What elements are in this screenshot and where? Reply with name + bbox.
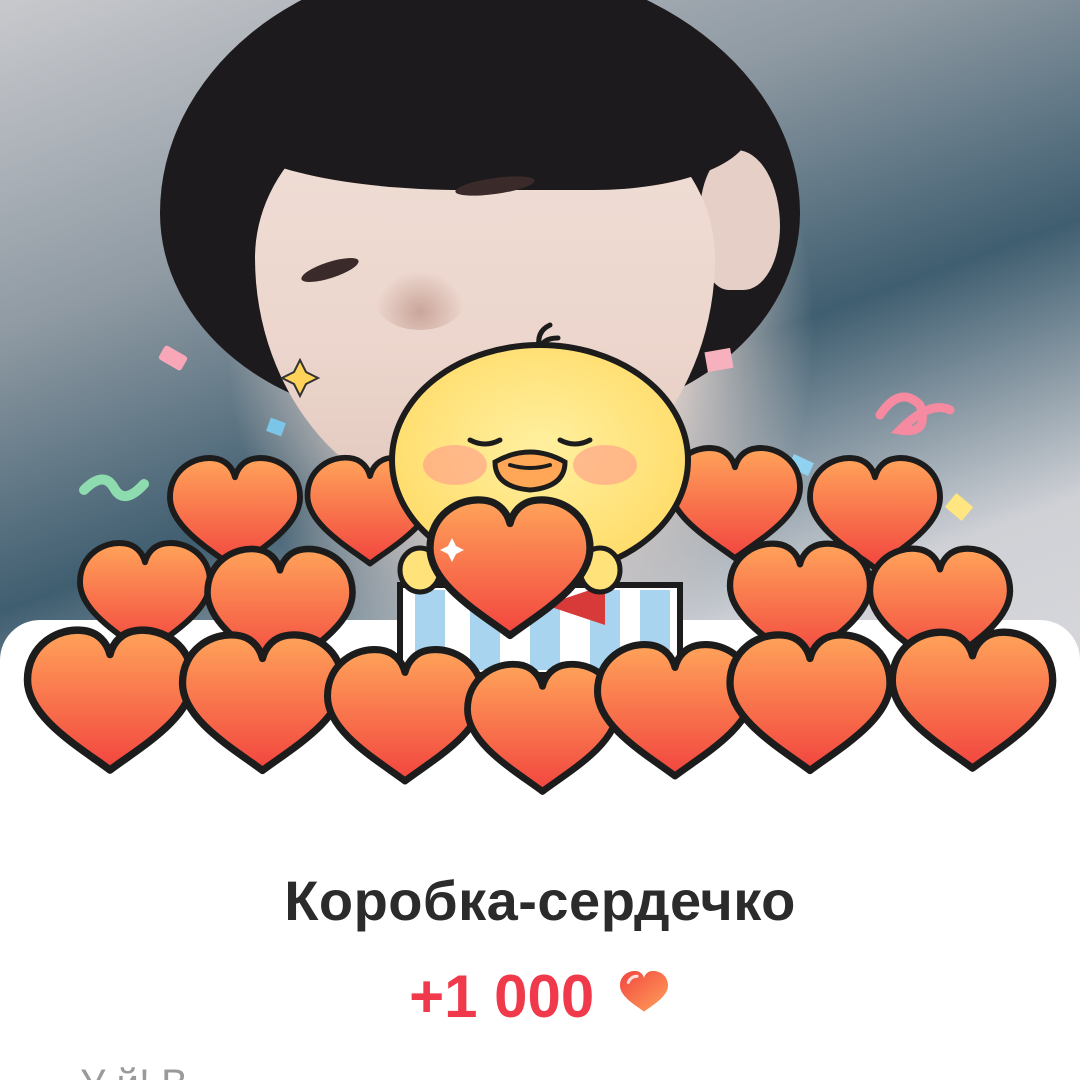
- heart-icon: [617, 961, 671, 1030]
- gift-title: Коробка-сердечко: [284, 869, 796, 932]
- gift-description: У й! В: [80, 1062, 1000, 1080]
- reward-amount: +1 000: [409, 963, 595, 1030]
- reward-amount-row: +1 000: [0, 962, 1080, 1036]
- gift-screen: Коробка-сердечко +1 000 У й! В: [0, 0, 1080, 1080]
- heart-box-sticker: [0, 322, 1080, 820]
